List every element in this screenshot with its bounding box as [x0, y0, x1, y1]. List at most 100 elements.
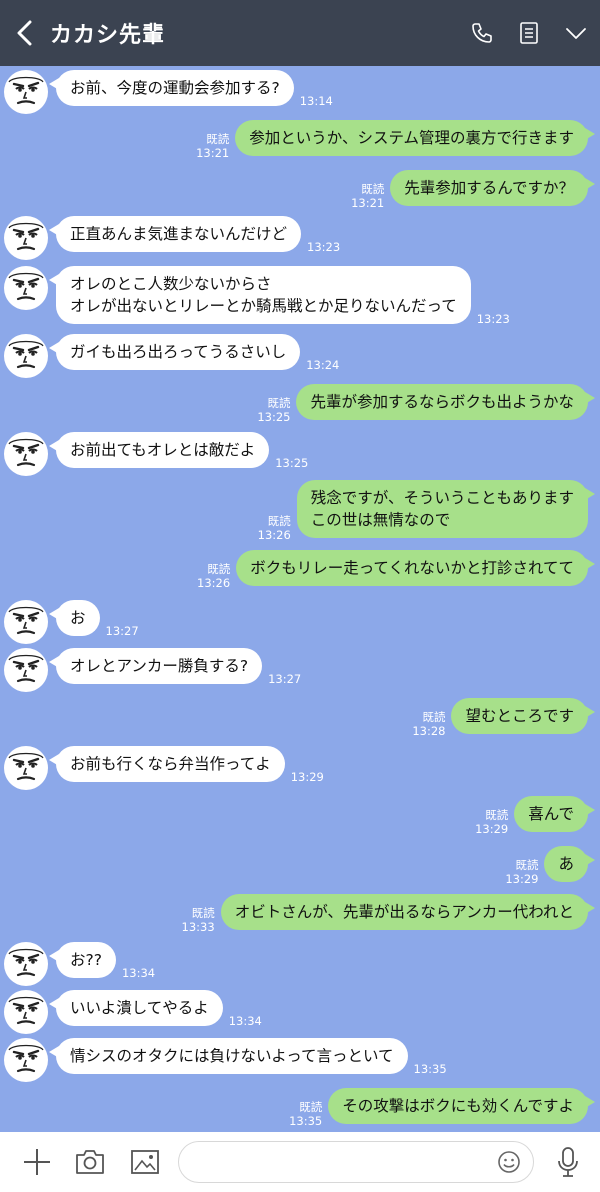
message-time: 13:35 — [413, 1062, 447, 1076]
message-time: 13:29 — [290, 770, 324, 784]
input-bar — [0, 1132, 600, 1192]
add-button[interactable] — [16, 1132, 58, 1192]
message-bubble[interactable]: お — [49, 600, 100, 636]
message-bubble[interactable]: お?? — [49, 942, 116, 978]
avatar[interactable] — [4, 600, 48, 644]
read-receipt: 既読 — [191, 906, 215, 920]
read-receipt: 既読 — [515, 858, 539, 872]
message-input-field[interactable] — [178, 1141, 534, 1183]
message-meta: 既読 13:29 — [475, 808, 508, 836]
camera-icon — [76, 1150, 104, 1174]
message-text: いいよ潰してやるよ — [70, 999, 209, 1017]
received-message: お前出てもオレとは敵だよ 13:25 — [0, 432, 600, 476]
message-bubble[interactable]: オレとアンカー勝負する? — [48, 648, 263, 684]
sent-message: あ 既読 13:29 — [0, 846, 600, 886]
message-text: お前、今度の運動会参加する? — [70, 79, 280, 97]
avatar[interactable] — [4, 990, 48, 1034]
message-meta: 既読 13:35 — [289, 1100, 322, 1128]
sent-message: 先輩参加するんですか？ 既読 13:21 — [0, 170, 600, 210]
message-text: この世は無情なので — [310, 511, 451, 529]
message-time: 13:27 — [105, 624, 139, 638]
message-time: 13:28 — [412, 724, 446, 738]
message-meta: 既読 13:26 — [197, 562, 230, 590]
message-bubble[interactable]: オレのとこ人数少ないからさ オレが出ないとリレーとか騎馬戦とか足りないんだって — [49, 266, 471, 324]
message-bubble[interactable]: 望むところです — [451, 698, 595, 734]
received-message: お前、今度の運動会参加する? 13:14 — [0, 70, 600, 114]
message-bubble[interactable]: 正直あんま気進まないんだけど — [48, 216, 302, 252]
sent-message: 残念ですが、そういうこともあります この世は無情なので 既読 13:26 — [0, 480, 600, 542]
chat-header: カカシ先輩 — [0, 0, 600, 66]
notes-button[interactable] — [518, 21, 540, 45]
message-text: 情シスのオタクには負けないよって言っといて — [70, 1047, 394, 1065]
message-text: ガイも出ろ出ろってうるさいし — [70, 343, 287, 361]
message-meta: 既読 13:25 — [257, 396, 290, 424]
message-bubble[interactable]: あ — [544, 846, 595, 882]
avatar[interactable] — [4, 70, 48, 114]
image-button[interactable] — [125, 1132, 165, 1192]
received-message: いいよ潰してやるよ 13:34 — [0, 990, 600, 1034]
message-bubble[interactable]: お前、今度の運動会参加する? — [49, 70, 294, 106]
message-bubble[interactable]: ボクもリレー走ってくれないかと打診されてて — [236, 550, 595, 586]
avatar[interactable] — [4, 266, 48, 310]
camera-button[interactable] — [70, 1132, 110, 1192]
phone-icon — [472, 23, 492, 43]
message-bubble[interactable]: 先輩が参加するならボクも出ようかな — [296, 384, 595, 420]
message-text: お前も行くなら弁当作ってよ — [70, 755, 271, 773]
message-text: 正直あんま気進まないんだけど — [70, 225, 288, 243]
emoji-button[interactable] — [497, 1150, 521, 1178]
avatar-face-icon — [8, 654, 44, 683]
menu-button[interactable] — [564, 21, 588, 45]
avatar-face-icon — [8, 340, 44, 369]
message-meta: 13:14 — [300, 94, 333, 108]
message-text: お — [70, 609, 86, 627]
message-bubble[interactable]: 先輩参加するんですか？ — [390, 170, 595, 206]
message-time: 13:23 — [307, 240, 341, 254]
message-meta: 13:23 — [477, 312, 510, 326]
call-button[interactable] — [470, 21, 494, 45]
message-bubble[interactable]: 残念ですが、そういうこともあります この世は無情なので — [296, 480, 596, 538]
message-bubble[interactable]: 喜んで — [514, 796, 595, 832]
message-bubble[interactable]: 情シスのオタクには負けないよって言っといて — [49, 1038, 408, 1074]
message-bubble[interactable]: オビトさんが、先輩が出るならアンカー代われと — [220, 894, 596, 930]
avatar[interactable] — [4, 216, 48, 260]
avatar[interactable] — [4, 746, 48, 790]
message-meta: 13:23 — [307, 240, 340, 254]
message-text: あ — [558, 855, 574, 873]
sent-message: 喜んで 既読 13:29 — [0, 796, 600, 836]
avatar-face-icon — [8, 948, 44, 977]
message-input[interactable] — [179, 1142, 479, 1182]
avatar[interactable] — [4, 1038, 48, 1082]
message-text: その攻撃はボクにも効くんですよ — [342, 1097, 574, 1115]
message-bubble[interactable]: いいよ潰してやるよ — [49, 990, 223, 1026]
avatar[interactable] — [4, 942, 48, 986]
sent-message: 先輩が参加するならボクも出ようかな 既読 13:25 — [0, 384, 600, 424]
sent-message: オビトさんが、先輩が出るならアンカー代われと 既読 13:33 — [0, 894, 600, 934]
back-button[interactable] — [0, 0, 50, 66]
notes-icon — [520, 22, 538, 44]
message-bubble[interactable]: お前も行くなら弁当作ってよ — [49, 746, 285, 782]
avatar[interactable] — [4, 648, 48, 692]
message-bubble[interactable]: その攻撃はボクにも効くんですよ — [328, 1088, 595, 1124]
avatar-face-icon — [8, 76, 44, 105]
avatar-face-icon — [8, 222, 44, 251]
message-text: 参加というか、システム管理の裏方で行きます — [249, 129, 574, 147]
message-text: オレとアンカー勝負する? — [70, 657, 249, 675]
mic-button[interactable] — [548, 1132, 588, 1192]
message-bubble[interactable]: お前出てもオレとは敵だよ — [48, 432, 270, 468]
message-meta: 既読 13:33 — [182, 906, 215, 934]
message-bubble[interactable]: 参加というか、システム管理の裏方で行きます — [235, 120, 595, 156]
message-bubble[interactable]: ガイも出ろ出ろってうるさいし — [48, 334, 301, 370]
message-text: オビトさんが、先輩が出るならアンカー代われと — [234, 903, 574, 921]
received-message: 情シスのオタクには負けないよって言っといて 13:35 — [0, 1038, 600, 1082]
avatar[interactable] — [4, 334, 48, 378]
sent-message: 望むところです 既読 13:28 — [0, 698, 600, 738]
message-meta: 既読 13:26 — [258, 514, 291, 542]
message-text: 望むところです — [465, 707, 574, 725]
message-list[interactable]: お前、今度の運動会参加する? 13:14 参加というか、システム管理の裏方で行きます… — [0, 66, 600, 1132]
message-time: 13:21 — [351, 196, 385, 210]
read-receipt: 既読 — [206, 132, 230, 146]
avatar[interactable] — [4, 432, 48, 476]
message-text: 先輩参加するんですか？ — [404, 179, 574, 197]
message-time: 13:26 — [257, 528, 291, 542]
message-text: 残念ですが、そういうこともあります — [310, 489, 574, 507]
